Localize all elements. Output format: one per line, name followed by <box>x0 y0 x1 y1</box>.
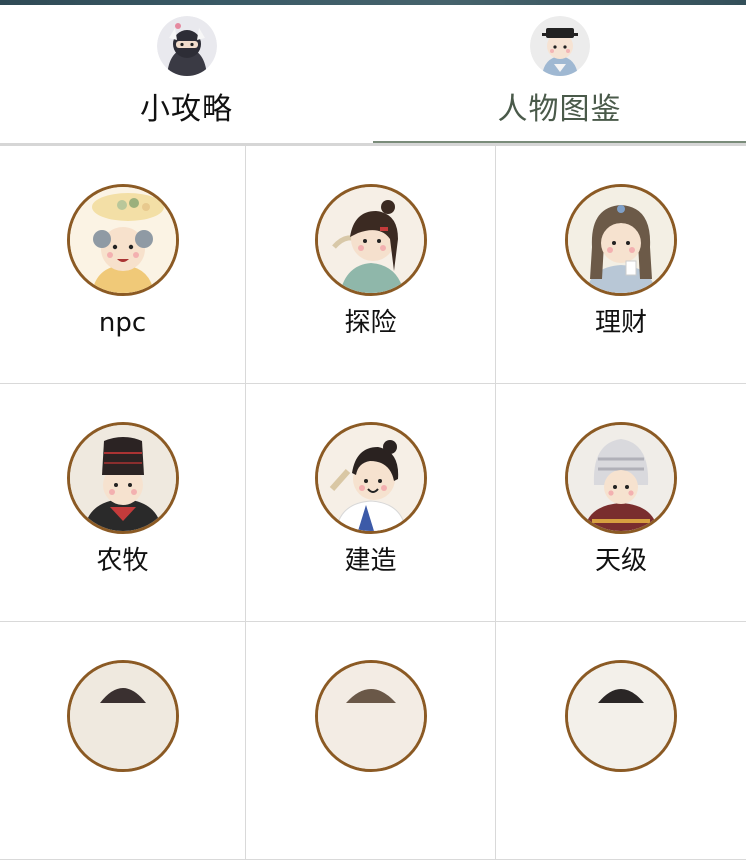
category-label: 理财 <box>594 308 647 338</box>
tab-characters[interactable]: 人物图鉴 <box>373 5 746 145</box>
farmer-avatar-icon <box>66 422 179 534</box>
category-finance[interactable]: 理财 <box>496 146 746 384</box>
tab-label: 小攻略 <box>140 92 233 127</box>
official-avatar-icon <box>529 16 590 76</box>
partial-avatar-icon <box>565 660 677 772</box>
category-label: 农牧 <box>96 546 149 576</box>
lady-avatar-icon <box>565 184 677 296</box>
tab-bar: 小攻略 人物图鉴 <box>0 5 746 145</box>
category-construction[interactable]: 建造 <box>246 384 496 622</box>
category-npc[interactable]: npc <box>0 146 246 384</box>
category-item[interactable] <box>0 622 246 860</box>
category-adventure[interactable]: 探险 <box>246 146 496 384</box>
category-farming[interactable]: 农牧 <box>0 384 246 622</box>
category-label: 建造 <box>344 546 397 576</box>
partial-avatar-icon <box>314 660 427 772</box>
partial-avatar-icon <box>66 660 179 772</box>
tab-label: 人物图鉴 <box>497 92 622 127</box>
category-label: 探险 <box>344 308 397 338</box>
category-label: npc <box>98 308 147 338</box>
tab-guides[interactable]: 小攻略 <box>0 5 373 145</box>
adventurer-avatar-icon <box>314 184 427 296</box>
ornate-headdress-avatar-icon <box>565 422 677 534</box>
category-heaven-tier[interactable]: 天级 <box>496 384 746 622</box>
category-item[interactable] <box>246 622 496 860</box>
builder-avatar-icon <box>314 422 427 534</box>
character-category-grid: npc 探险 理财 农牧 建造 天级 <box>0 146 746 860</box>
elder-avatar-icon <box>66 184 179 296</box>
category-item[interactable] <box>496 622 746 860</box>
category-label: 天级 <box>594 546 647 576</box>
ninja-avatar-icon <box>156 16 217 76</box>
